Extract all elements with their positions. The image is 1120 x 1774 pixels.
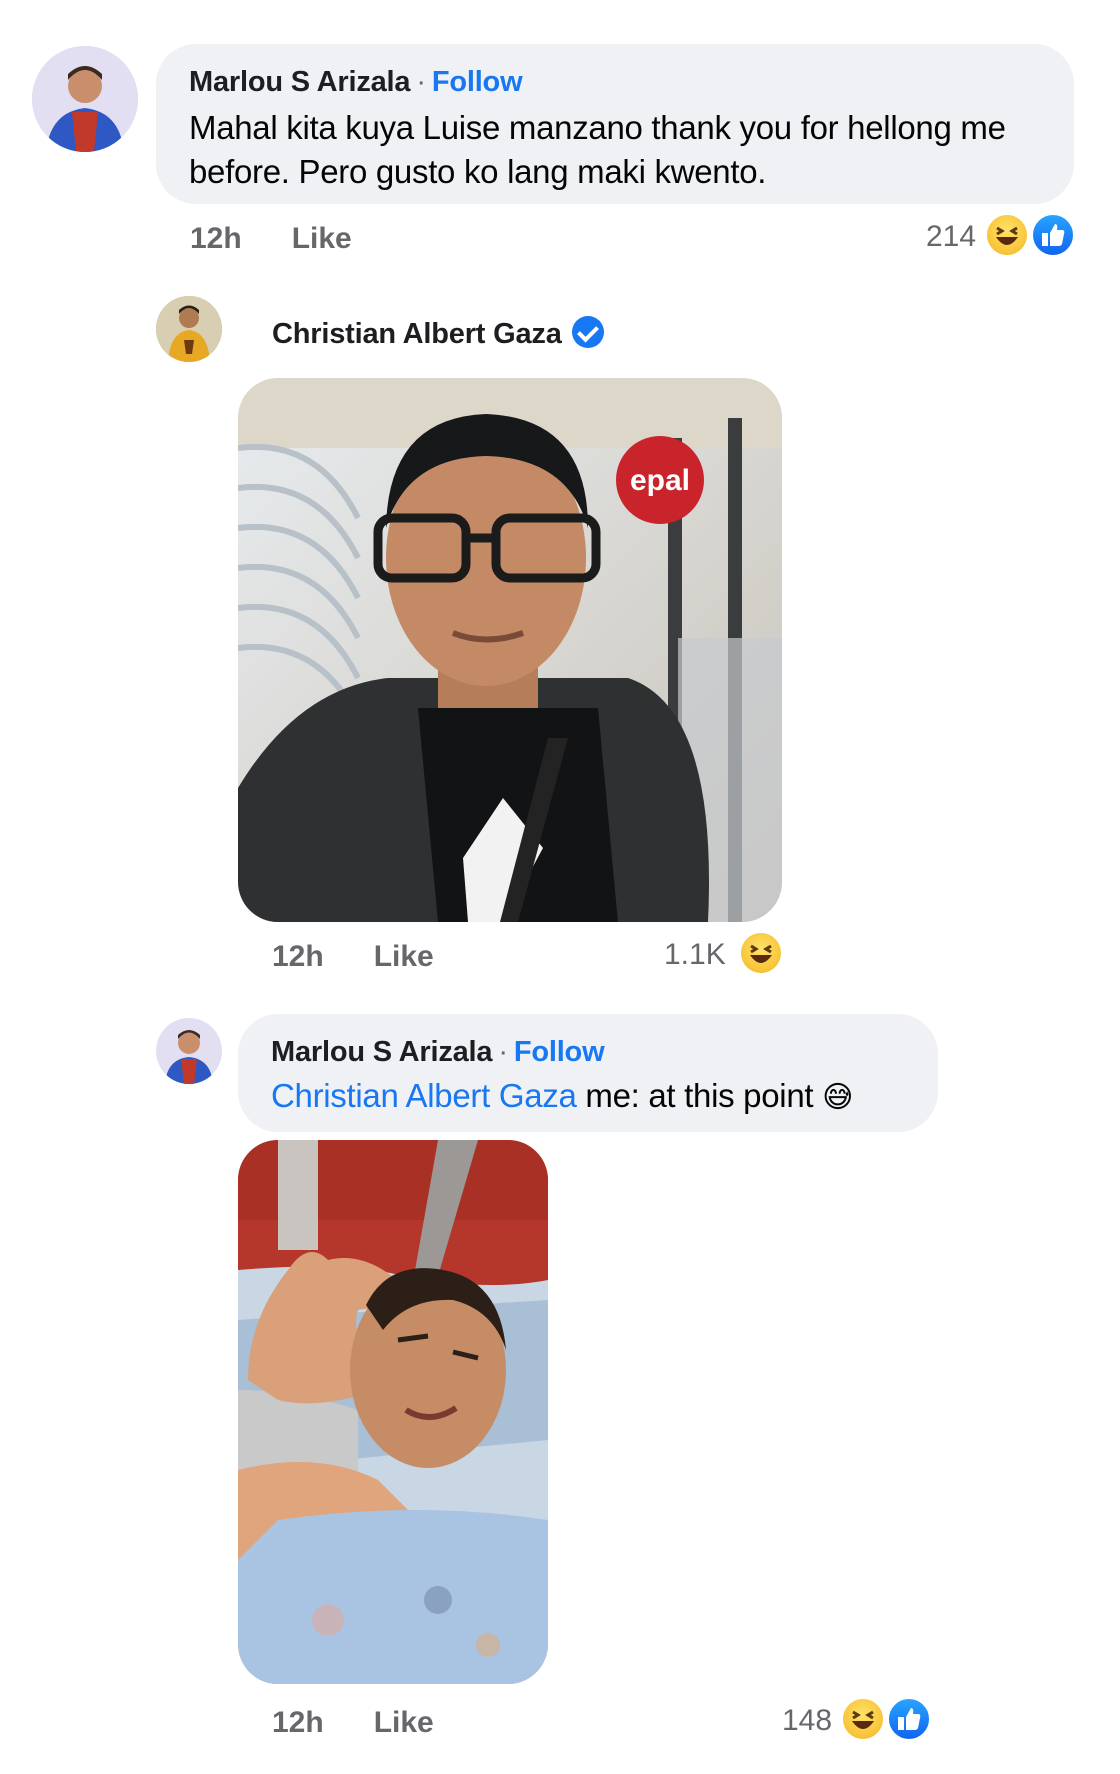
- comment-photo[interactable]: epal: [238, 378, 782, 922]
- comment-text-line: before. Pero gusto ko lang maki kwento.: [189, 153, 767, 190]
- store-sign: epal: [630, 464, 690, 497]
- avatar[interactable]: [32, 46, 138, 152]
- reaction-count[interactable]: 214: [926, 220, 976, 254]
- like-icon: [1030, 212, 1076, 258]
- avatar[interactable]: [156, 296, 222, 362]
- like-button[interactable]: Like: [374, 940, 434, 973]
- like-icon: [886, 1696, 932, 1742]
- timestamp[interactable]: 12h: [190, 222, 242, 255]
- separator: ·: [416, 66, 426, 98]
- comment-text-line: Mahal kita kuya Luise manzano thank you …: [189, 109, 1006, 146]
- comment-photo[interactable]: [238, 1140, 548, 1684]
- sweat-smile-emoji: 😅: [822, 1081, 854, 1114]
- author-name[interactable]: Marlou S Arizala: [189, 66, 411, 98]
- like-button[interactable]: Like: [374, 1706, 434, 1739]
- person-icon: [32, 46, 138, 152]
- selfie-photo: [238, 1140, 548, 1684]
- follow-button[interactable]: Follow: [432, 66, 523, 98]
- author-name[interactable]: Marlou S Arizala: [271, 1036, 493, 1068]
- person-icon: [156, 1018, 222, 1084]
- author-name[interactable]: Christian Albert Gaza: [272, 318, 562, 350]
- haha-icon: [840, 1696, 886, 1742]
- comment-bubble: Marlou S Arizala · Follow Christian Albert…: [238, 1014, 938, 1132]
- separator: ·: [498, 1036, 508, 1068]
- mention-link[interactable]: Christian Albert Gaza: [271, 1077, 577, 1114]
- avatar[interactable]: [156, 1018, 222, 1084]
- comment-bubble: Marlou S Arizala · Follow Mahal kita kuya …: [156, 44, 1074, 204]
- haha-icon: [738, 930, 784, 976]
- selfie-photo: epal: [238, 378, 782, 922]
- reaction-count[interactable]: 1.1K: [664, 938, 726, 972]
- timestamp[interactable]: 12h: [272, 1706, 324, 1739]
- haha-icon: [984, 212, 1030, 258]
- timestamp[interactable]: 12h: [272, 940, 324, 973]
- follow-button[interactable]: Follow: [514, 1036, 605, 1068]
- like-button[interactable]: Like: [292, 222, 352, 255]
- verified-badge-icon: [571, 316, 604, 348]
- person-icon: [156, 296, 222, 362]
- comment-text: me: at this point: [576, 1077, 814, 1114]
- reaction-count[interactable]: 148: [782, 1704, 832, 1738]
